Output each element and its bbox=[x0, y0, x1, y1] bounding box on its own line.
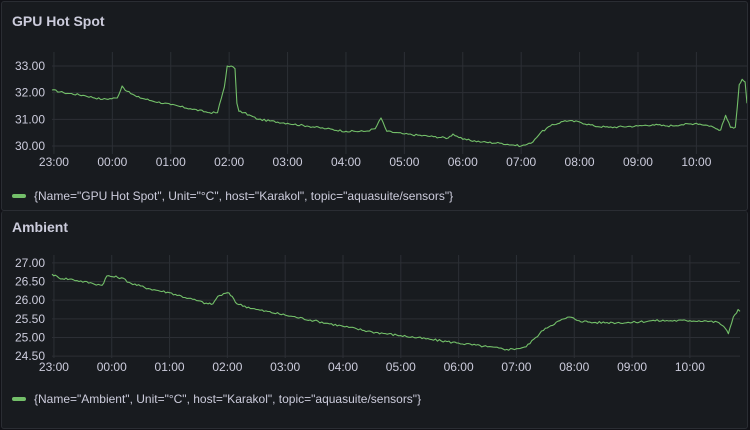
x-tick-label: 06:00 bbox=[444, 360, 474, 374]
x-tick-label: 01:00 bbox=[156, 155, 186, 169]
x-tick-label: 10:00 bbox=[681, 155, 711, 169]
grid bbox=[52, 255, 740, 358]
y-tick-label: 32.00 bbox=[15, 86, 45, 100]
y-tick-label: 25.50 bbox=[15, 312, 45, 326]
x-tick-label: 00:00 bbox=[97, 155, 127, 169]
x-tick-label: 05:00 bbox=[389, 155, 419, 169]
legend[interactable]: {Name="Ambient", Unit="°C", host="Karako… bbox=[12, 392, 421, 406]
y-tick-label: 31.00 bbox=[15, 112, 45, 126]
legend[interactable]: {Name="GPU Hot Spot", Unit="°C", host="K… bbox=[12, 189, 453, 203]
x-tick-label: 03:00 bbox=[270, 360, 300, 374]
y-tick-label: 33.00 bbox=[15, 59, 45, 73]
series-line bbox=[51, 65, 747, 148]
y-tick-label: 30.00 bbox=[15, 139, 45, 153]
x-tick-label: 01:00 bbox=[155, 360, 185, 374]
x-tick-label: 10:00 bbox=[675, 360, 705, 374]
y-tick-label: 26.50 bbox=[15, 275, 45, 289]
y-tick-label: 25.00 bbox=[15, 330, 45, 344]
x-tick-label: 06:00 bbox=[448, 155, 478, 169]
gpu-hot-spot-panel: GPU Hot Spot 30.00 31.00 32.00 33.00 23:00 00… bbox=[1, 1, 748, 211]
x-tick-label: 07:00 bbox=[501, 360, 531, 374]
x-tick-label: 02:00 bbox=[212, 360, 242, 374]
x-tick-label: 05:00 bbox=[386, 360, 416, 374]
x-tick-label: 07:00 bbox=[506, 155, 536, 169]
legend-label[interactable]: {Name="GPU Hot Spot", Unit="°C", host="K… bbox=[34, 189, 453, 203]
grid bbox=[52, 52, 747, 154]
x-tick-label: 08:00 bbox=[565, 155, 595, 169]
x-tick-label: 08:00 bbox=[559, 360, 589, 374]
x-tick-label: 04:00 bbox=[331, 155, 361, 169]
x-tick-label: 23:00 bbox=[39, 155, 69, 169]
legend-swatch-icon bbox=[12, 194, 26, 198]
y-tick-label: 27.00 bbox=[15, 256, 45, 270]
ambient-panel: Ambient 24.50 25.00 25.50 26.00 26.50 27.00 23… bbox=[1, 211, 748, 429]
x-tick-label: 09:00 bbox=[617, 360, 647, 374]
legend-label[interactable]: {Name="Ambient", Unit="°C", host="Karako… bbox=[34, 392, 421, 406]
x-tick-label: 02:00 bbox=[214, 155, 244, 169]
series-line bbox=[51, 273, 741, 351]
x-tick-label: 23:00 bbox=[39, 360, 69, 374]
gpu-hot-spot-chart: 30.00 31.00 32.00 33.00 23:00 00:00 01:00 02:00… bbox=[15, 52, 747, 169]
x-tick-label: 04:00 bbox=[328, 360, 358, 374]
legend-swatch-icon bbox=[12, 397, 26, 401]
x-tick-label: 09:00 bbox=[623, 155, 653, 169]
x-tick-label: 03:00 bbox=[273, 155, 303, 169]
y-tick-label: 26.00 bbox=[15, 293, 45, 307]
x-tick-label: 00:00 bbox=[97, 360, 127, 374]
